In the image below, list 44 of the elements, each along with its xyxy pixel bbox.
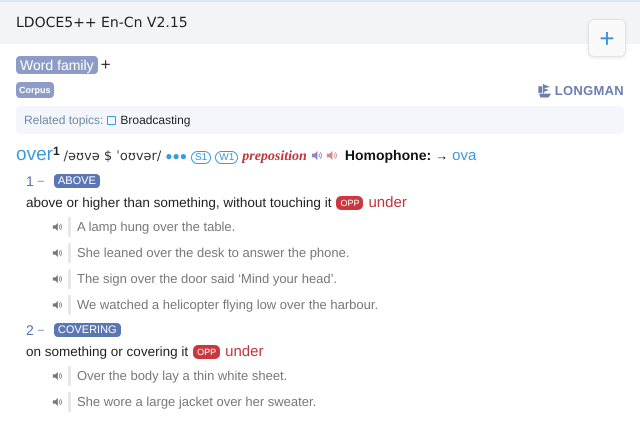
definition: on something or covering it [26,344,188,359]
example-sentence: A lamp hung over the table. [68,217,236,237]
example-sentence: She leaned over the desk to answer the phone. [68,243,350,263]
speaker-icon[interactable] [52,300,62,310]
part-of-speech: preposition [242,149,307,165]
related-label: Related topics: [24,113,104,127]
speaker-icon[interactable] [52,397,62,407]
headword: over [16,144,53,166]
sense-number: 1 [26,173,34,189]
pronunciation: /əʊvə $ ˈoʊvər/ [64,149,162,164]
speaker-icon[interactable] [326,150,337,160]
example-sentence: She wore a large jacket over her sweater. [68,392,316,412]
speaker-icon[interactable] [52,371,62,381]
opposite-badge: OPP [193,344,220,358]
speaker-icon[interactable] [52,274,62,284]
brand-logo: LONGMAN [554,82,624,98]
signpost-badge: ABOVE [54,174,100,188]
window-title: LDOCE5++ En-Cn V2.15 [16,15,188,31]
opposite-badge: OPP [336,196,364,210]
arrow-icon: → [435,148,448,163]
ship-icon [538,82,551,98]
expand-toggle[interactable]: + [100,55,111,75]
homophone-label: Homophone: [344,147,432,163]
opposite-word[interactable]: under [225,343,264,360]
frequency-tag: W1 [215,151,238,164]
homophone-link[interactable]: ova [452,147,476,164]
frequency-dots: ●●● [165,149,188,163]
topic-icon [107,116,116,124]
sense-dash: – [38,175,44,187]
example-sentence: Over the body lay a thin white sheet. [68,366,288,386]
speaker-icon[interactable] [310,150,322,160]
opposite-word[interactable]: under [368,194,407,211]
definition: above or higher than something, without touching it [26,195,332,210]
speaker-icon[interactable] [52,222,62,232]
topic-link[interactable]: Broadcasting [120,113,190,127]
example-sentence: We watched a helicopter flying low over the harbour. [68,295,378,315]
add-button[interactable]: + [588,19,626,57]
homograph-number: 1 [52,144,60,158]
sense-number: 2 [26,322,34,338]
sense-dash: – [38,324,44,336]
frequency-tag: S1 [191,151,212,164]
example-sentence: The sign over the door said ‘Mind your head’. [68,269,338,289]
speaker-icon[interactable] [52,248,62,258]
signpost-badge: COVERING [54,323,121,337]
